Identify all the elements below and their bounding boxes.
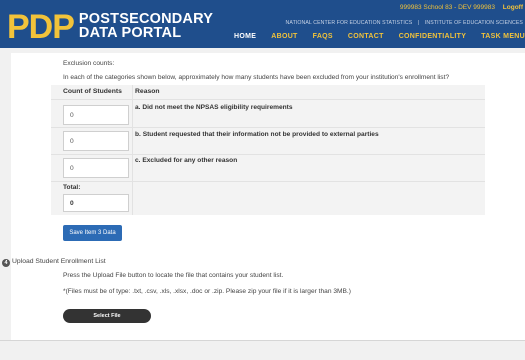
logo-text: POSTSECONDARY DATA PORTAL [78,11,214,41]
file-type-note: *(Files must be of type: .txt, .csv, .xl… [63,288,351,295]
exclusion-table: Count of Students Reason 0 a. Did not me… [51,85,485,215]
upload-instruction: Press the Upload File button to locate t… [63,272,284,279]
nav-confidentiality[interactable]: CONFIDENTIALITY [399,33,467,40]
nav-about[interactable]: ABOUT [271,33,297,40]
row-divider [51,181,485,182]
logo-line-1: POSTSECONDARY [78,11,214,27]
main-nav: HOME ABOUT FAQS CONTACT CONFIDENTIALITY … [219,33,525,40]
exclusion-heading: Exclusion counts: [63,60,115,67]
col-header-reason: Reason [135,88,160,95]
nav-task-menu[interactable]: TASK MENU [481,33,525,40]
count-input-a[interactable]: 0 [63,105,129,125]
footer-divider [0,340,525,341]
nav-home[interactable]: HOME [234,33,256,40]
pdp-logo[interactable]: PDP POSTSECONDARY DATA PORTAL [7,10,213,44]
upload-section-title: Upload Student Enrollment List [12,258,106,265]
exclusion-question: In each of the categories shown below, a… [63,74,450,81]
org-separator: | [417,20,420,26]
reason-b: b. Student requested that their informat… [135,131,379,138]
org-line: NATIONAL CENTER FOR EDUCATION STATISTICS… [286,20,523,26]
nav-contact[interactable]: CONTACT [348,33,384,40]
nces-link[interactable]: NATIONAL CENTER FOR EDUCATION STATISTICS [286,20,413,26]
save-item-3-button[interactable]: Save Item 3 Data [63,225,122,241]
session-bar: 999983 School 83 - DEV 999983 Logoff [400,4,523,11]
site-header: PDP POSTSECONDARY DATA PORTAL 999983 Sch… [0,0,525,48]
nav-faqs[interactable]: FAQS [313,33,333,40]
logo-mark: PDP [7,8,75,46]
logo-line-2: DATA PORTAL [78,25,182,41]
session-info: 999983 School 83 - DEV 999983 [399,4,495,11]
reason-a: a. Did not meet the NPSAS eligibility re… [135,104,293,111]
logoff-link[interactable]: Logoff [503,4,523,11]
column-divider [132,85,133,215]
total-value: 0 [63,194,129,212]
count-input-c[interactable]: 0 [63,158,129,178]
count-input-b[interactable]: 0 [63,131,129,151]
col-header-count: Count of Students [63,88,122,95]
row-divider [51,154,485,155]
row-divider [51,127,485,128]
select-file-button[interactable]: Select File [63,309,151,323]
ies-link[interactable]: INSTITUTE OF EDUCATION SCIENCES [425,20,523,26]
total-label: Total: [63,184,81,191]
step-4-badge: 4 [2,259,10,267]
row-divider [51,99,485,100]
page: PDP POSTSECONDARY DATA PORTAL 999983 Sch… [0,0,525,360]
reason-c: c. Excluded for any other reason [135,157,238,164]
